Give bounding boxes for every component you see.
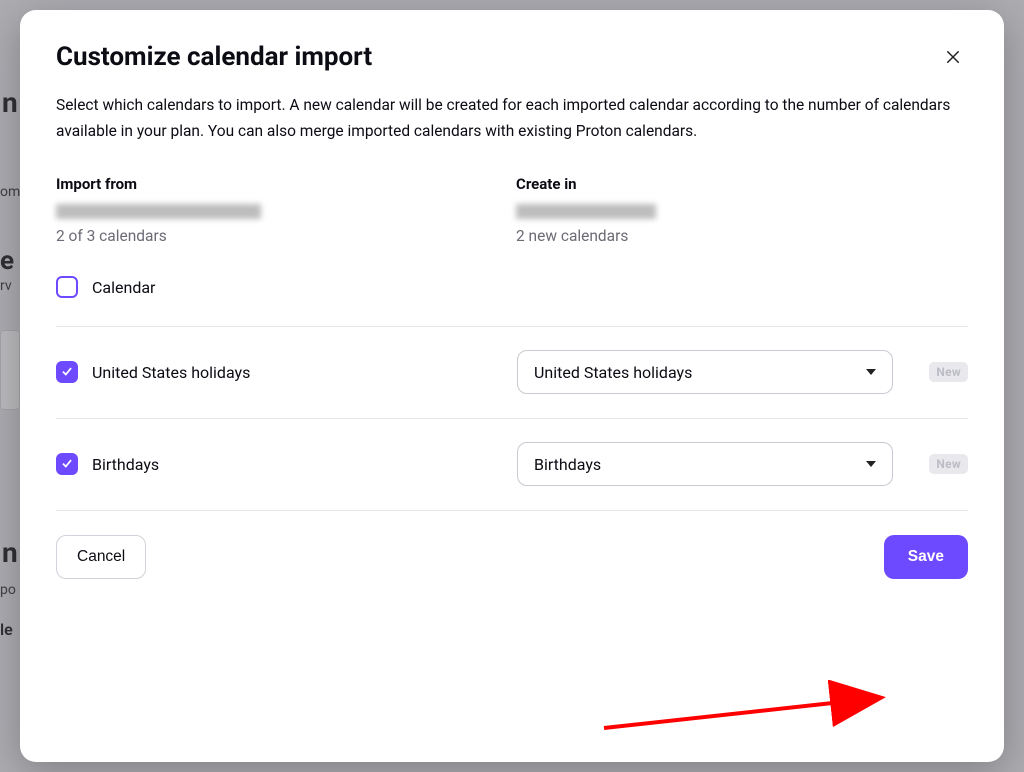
calendar-row-label: United States holidays — [92, 363, 250, 382]
customize-import-modal: Customize calendar import Select which c… — [20, 10, 1004, 762]
close-icon — [944, 48, 962, 66]
create-in-email: redacted@proton.me — [516, 201, 968, 219]
select-value: United States holidays — [534, 363, 692, 382]
check-icon — [60, 455, 74, 474]
create-in-column: Create in redacted@proton.me 2 new calen… — [516, 175, 968, 245]
import-from-email: redacted@live.example.edu.ng — [56, 201, 508, 219]
chevron-down-icon — [866, 461, 876, 467]
close-button[interactable] — [938, 42, 968, 72]
calendar-row: Birthdays Birthdays New — [56, 419, 968, 511]
birthdays-checkbox[interactable] — [56, 453, 78, 475]
cancel-button[interactable]: Cancel — [56, 535, 146, 579]
calendar-row: Calendar — [56, 249, 968, 327]
create-in-count: 2 new calendars — [516, 227, 968, 245]
save-button[interactable]: Save — [884, 535, 968, 579]
calendar-row-label: Birthdays — [92, 455, 159, 474]
select-value: Birthdays — [534, 455, 601, 474]
new-badge: New — [929, 362, 968, 382]
chevron-down-icon — [866, 369, 876, 375]
destination-select-us-holidays[interactable]: United States holidays — [517, 350, 893, 394]
modal-description: Select which calendars to import. A new … — [56, 92, 968, 145]
check-icon — [60, 363, 74, 382]
us-holidays-checkbox[interactable] — [56, 361, 78, 383]
new-badge: New — [929, 454, 968, 474]
modal-title: Customize calendar import — [56, 42, 372, 72]
import-from-label: Import from — [56, 175, 508, 193]
calendar-row: United States holidays United States hol… — [56, 327, 968, 419]
import-from-count: 2 of 3 calendars — [56, 227, 508, 245]
create-in-label: Create in — [516, 175, 968, 193]
calendar-row-label: Calendar — [92, 278, 155, 297]
calendar-checkbox[interactable] — [56, 276, 78, 298]
destination-select-birthdays[interactable]: Birthdays — [517, 442, 893, 486]
import-from-column: Import from redacted@live.example.edu.ng… — [56, 175, 508, 245]
